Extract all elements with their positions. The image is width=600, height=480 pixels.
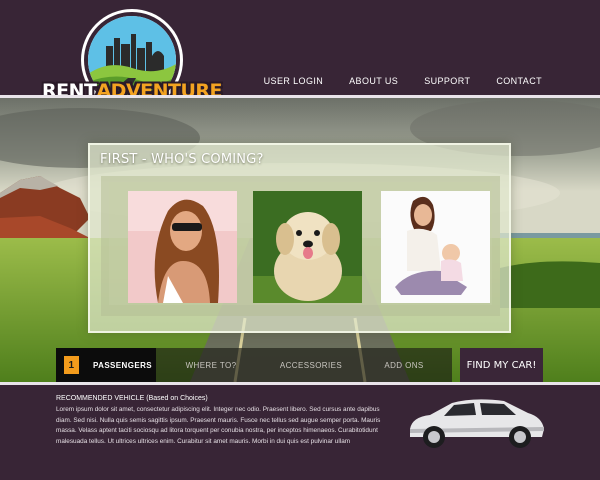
suv-car-image-icon[interactable]	[404, 395, 546, 451]
woman-sunglasses-photo-icon	[128, 191, 237, 303]
nav-user-login[interactable]: USER LOGIN	[264, 76, 324, 86]
nav-about-us[interactable]: ABOUT US	[349, 76, 398, 86]
find-my-car-button[interactable]: FIND MY CAR!	[460, 348, 543, 382]
hero-section: FIRST - WHO'S COMING? 1 PASSENGERS WHERE…	[0, 98, 600, 382]
nav-support[interactable]: SUPPORT	[424, 76, 470, 86]
step-passengers-label: PASSENGERS	[93, 360, 152, 370]
option-pet-dog[interactable]	[253, 191, 362, 303]
nav-contact[interactable]: CONTACT	[496, 76, 542, 86]
hero-divider	[0, 382, 600, 385]
step-where-to[interactable]: WHERE TO?	[156, 348, 266, 382]
puppy-photo-icon	[253, 191, 362, 303]
step-number-badge: 1	[64, 356, 79, 374]
step-passengers[interactable]: 1 PASSENGERS	[56, 348, 156, 382]
option-family-baby[interactable]	[381, 191, 490, 303]
recommended-vehicle-description: Lorem ipsum dolor sit amet, consectetur …	[56, 406, 381, 445]
options-container	[101, 176, 500, 316]
mother-and-baby-photo-icon	[381, 191, 490, 303]
step-accessories[interactable]: ACCESSORIES	[266, 348, 356, 382]
recommended-vehicle-title: RECOMMENDED VEHICLE (Based on Choices)	[56, 395, 208, 402]
option-adult-woman[interactable]	[128, 191, 237, 303]
recommended-vehicle-section: RECOMMENDED VEHICLE (Based on Choices) L…	[56, 394, 396, 447]
options-box	[109, 182, 492, 305]
booking-steps-bar: 1 PASSENGERS WHERE TO? ACCESSORIES ADD O…	[56, 348, 452, 382]
site-header: RENT ADVENTURE USER LOGIN ABOUT US SUPPOR…	[0, 0, 600, 108]
rent-adventure-logo[interactable]: RENT ADVENTURE	[42, 10, 223, 108]
step-add-ons[interactable]: ADD ONS	[356, 348, 452, 382]
passenger-selection-panel: FIRST - WHO'S COMING?	[88, 143, 511, 333]
main-nav: USER LOGIN ABOUT US SUPPORT CONTACT	[264, 76, 542, 86]
panel-title: FIRST - WHO'S COMING?	[100, 152, 264, 167]
